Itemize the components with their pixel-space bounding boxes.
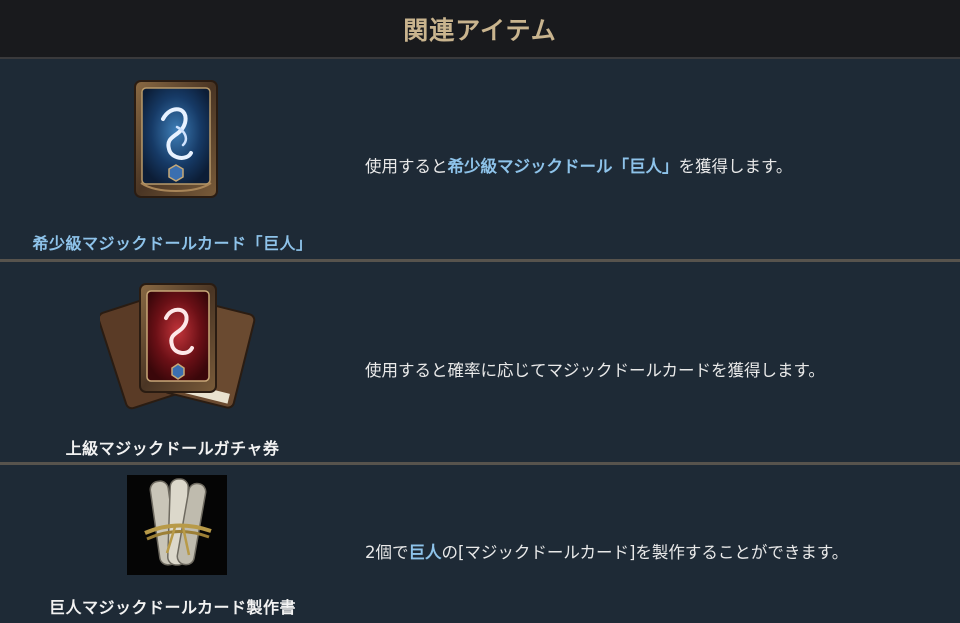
item-name: 巨人マジックドールカード製作書 [48, 598, 297, 617]
item-name: 希少級マジックドールカード「巨人」 [32, 234, 313, 253]
panel-title: 関連アイテム [403, 15, 557, 45]
red-card-stack-icon [100, 283, 256, 410]
panel-header: 関連アイテム [0, 0, 960, 57]
desc-text: 使用すると [365, 157, 448, 176]
desc-highlight: 巨人 [408, 543, 442, 562]
related-items-panel: 関連アイテム 希少級マジックドールカード「巨人」 使用すると希少級マジックドール… [0, 0, 960, 623]
desc-text: を獲得します。 [678, 157, 793, 176]
item-cell[interactable]: 希少級マジックドールカード「巨人」 [0, 59, 345, 259]
item-row: 上級マジックドールガチャ券 使用すると確率に応じてマジックドールカードを獲得しま… [0, 262, 960, 462]
item-cell[interactable]: 巨人マジックドールカード製作書 [0, 465, 345, 623]
item-description: 2個で巨人の[マジックドールカード]を製作することができます。 [365, 539, 848, 563]
desc-text: の[マジックドールカード]を製作することができます。 [441, 543, 849, 562]
blue-magic-doll-card-icon [134, 80, 218, 198]
item-cell[interactable]: 上級マジックドールガチャ券 [0, 262, 345, 462]
desc-text: 2個で [365, 543, 409, 562]
desc-highlight: 希少級マジックドール「巨人」 [447, 157, 679, 176]
item-name: 上級マジックドールガチャ券 [65, 439, 280, 458]
item-description: 使用すると希少級マジックドール「巨人」を獲得します。 [365, 153, 792, 177]
item-row: 巨人マジックドールカード製作書 2個で巨人の[マジックドールカード]を製作するこ… [0, 465, 960, 623]
item-description: 使用すると確率に応じてマジックドールカードを獲得します。 [365, 361, 825, 380]
scroll-bundle-icon [127, 475, 227, 575]
item-row: 希少級マジックドールカード「巨人」 使用すると希少級マジックドール「巨人」を獲得… [0, 59, 960, 259]
